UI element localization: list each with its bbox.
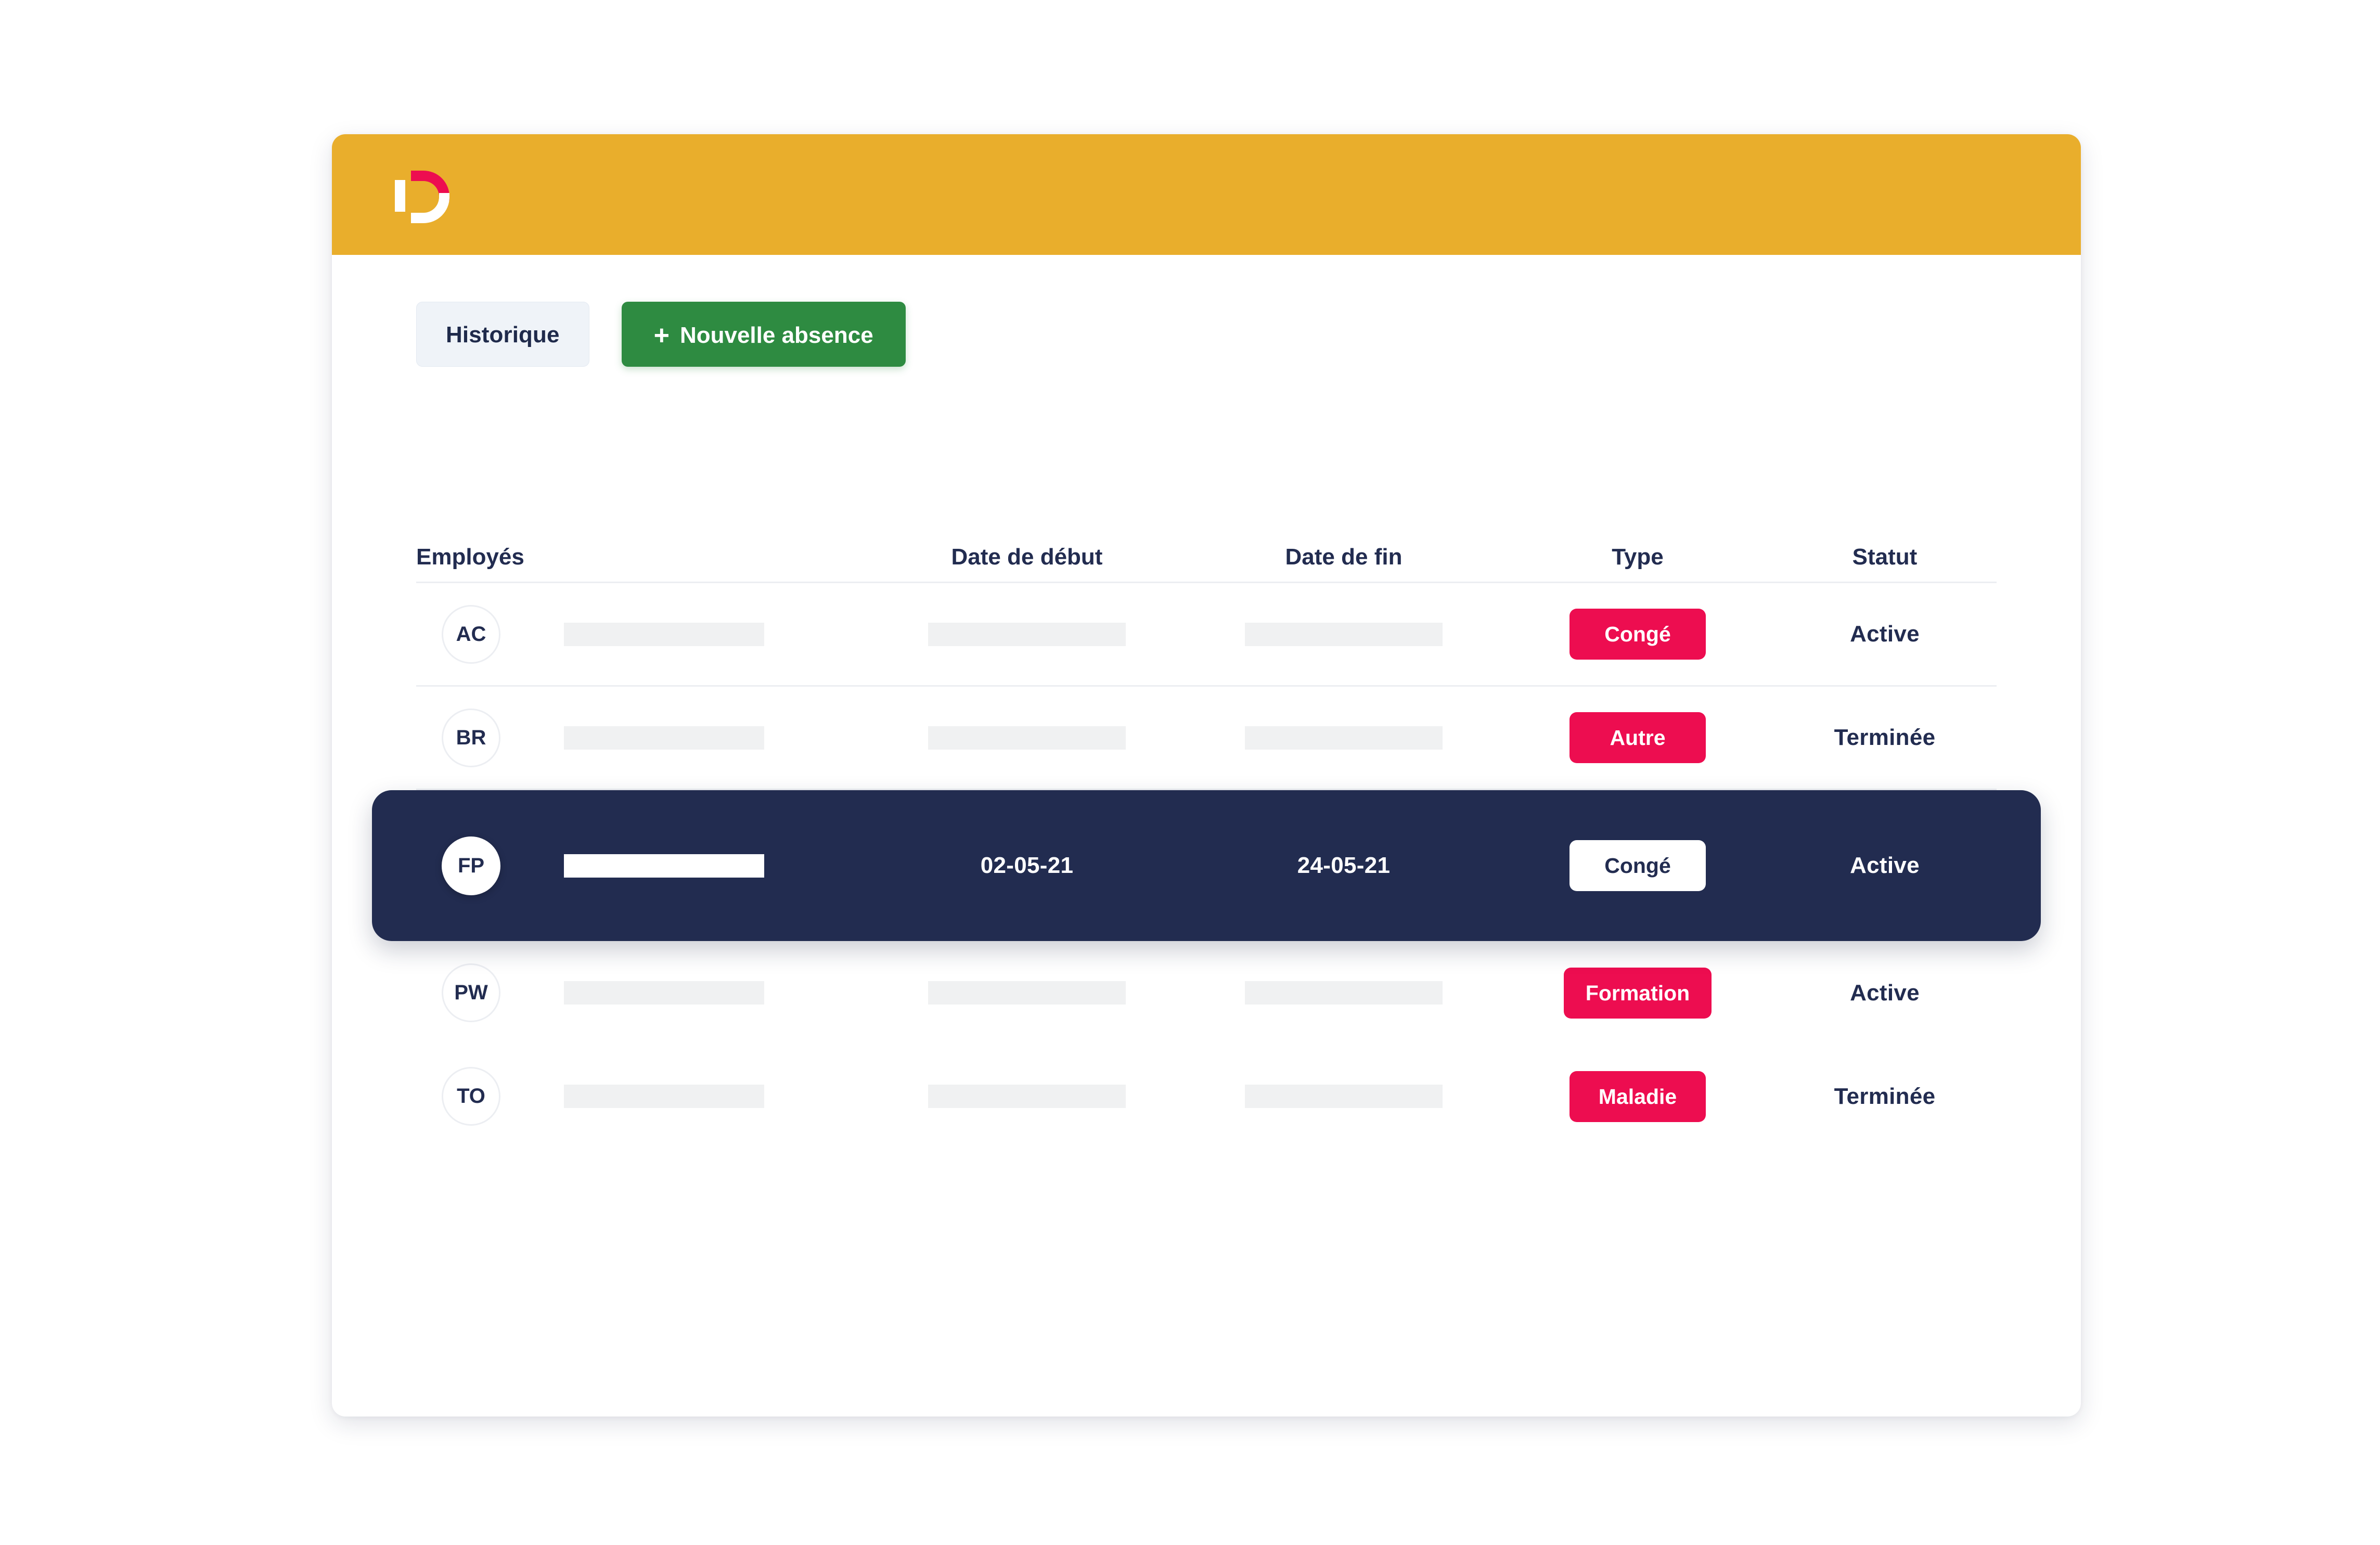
column-header-employee: Employés <box>416 544 524 570</box>
cell-start-date <box>869 981 1185 1005</box>
table-row[interactable]: TO Maladie Terminée <box>416 1045 1997 1148</box>
column-header-type: Type <box>1612 544 1664 570</box>
cell-employee: PW <box>416 963 869 1022</box>
cell-status: Active <box>1773 980 1997 1006</box>
avatar: TO <box>442 1067 500 1126</box>
employee-name-redacted <box>564 622 764 646</box>
employee-name-redacted <box>564 854 764 878</box>
column-header-status: Statut <box>1852 544 1918 570</box>
table-row[interactable]: AC Congé Active <box>416 583 1997 687</box>
avatar: AC <box>442 604 500 664</box>
status-text: Active <box>1850 621 1920 647</box>
new-absence-button[interactable]: + Nouvelle absence <box>621 302 906 367</box>
cell-type: Congé <box>1502 609 1773 660</box>
cell-start-date-redacted <box>928 726 1126 750</box>
cell-end-date-redacted <box>1245 726 1443 750</box>
type-badge[interactable]: Formation <box>1563 967 1712 1019</box>
cell-end-date <box>1185 726 1502 750</box>
avatar: BR <box>442 708 500 767</box>
table-body: AC Congé Active BR Autre Terminée FP 02-05-21 24… <box>372 583 2041 1148</box>
cell-status: Active <box>1773 621 1997 647</box>
column-header-end-date: Date de fin <box>1285 544 1403 570</box>
table-row[interactable]: PW Formation Active <box>416 941 1997 1045</box>
avatar: PW <box>442 963 500 1022</box>
history-button[interactable]: Historique <box>416 302 589 367</box>
status-text: Terminée <box>1834 1083 1936 1109</box>
type-badge[interactable]: Maladie <box>1569 1071 1706 1122</box>
cell-status: Terminée <box>1773 725 1997 751</box>
employee-name-redacted <box>564 1085 764 1108</box>
plus-icon: + <box>653 320 670 351</box>
type-badge[interactable]: Congé <box>1569 609 1706 660</box>
cell-start-date-redacted <box>928 1085 1126 1108</box>
cell-start-date <box>869 1085 1185 1108</box>
cell-start-date-redacted <box>928 622 1126 646</box>
cell-start-date: 02-05-21 <box>869 853 1185 879</box>
type-badge[interactable]: Autre <box>1569 712 1706 763</box>
cell-status: Active <box>1773 853 1997 879</box>
cell-status: Terminée <box>1773 1084 1997 1110</box>
cell-start-date <box>869 726 1185 750</box>
cell-employee: TO <box>416 1067 869 1126</box>
column-header-start-date: Date de début <box>951 544 1103 570</box>
cell-start-date-redacted <box>928 981 1126 1005</box>
avatar: FP <box>442 836 500 895</box>
employee-name-redacted <box>564 726 764 750</box>
new-absence-label: Nouvelle absence <box>679 323 873 348</box>
cell-end-date-redacted <box>1245 981 1443 1005</box>
table-header-row: Employés Date de début Date de fin Type … <box>416 520 1997 583</box>
cell-end-date-redacted <box>1245 622 1443 646</box>
absence-table: Employés Date de début Date de fin Type … <box>372 520 2041 1148</box>
cell-employee: FP <box>416 836 869 895</box>
cell-end-date <box>1185 981 1502 1005</box>
table-row[interactable]: BR Autre Terminée <box>416 687 1997 790</box>
cell-start-date <box>869 622 1185 646</box>
status-text: Terminée <box>1834 725 1936 750</box>
cell-type: Maladie <box>1502 1071 1773 1122</box>
cell-end-date-redacted <box>1245 1085 1443 1108</box>
table-row[interactable]: FP 02-05-21 24-05-21 Congé Active <box>372 790 2041 941</box>
cell-type: Formation <box>1502 967 1773 1019</box>
cell-end-date <box>1185 622 1502 646</box>
cell-end-date-value: 24-05-21 <box>1297 853 1391 878</box>
cell-end-date <box>1185 1085 1502 1108</box>
app-header-bar <box>332 134 2081 255</box>
toolbar: Historique + Nouvelle absence <box>416 302 906 367</box>
letter-d-logo-icon <box>394 170 451 224</box>
status-text: Active <box>1850 980 1920 1006</box>
cell-type: Autre <box>1502 712 1773 763</box>
employee-name-redacted <box>564 981 764 1005</box>
cell-type: Congé <box>1502 840 1773 891</box>
cell-end-date: 24-05-21 <box>1185 853 1502 879</box>
cell-start-date-value: 02-05-21 <box>980 853 1074 878</box>
absence-management-card: Historique + Nouvelle absence Employés Da… <box>332 134 2081 1417</box>
status-text: Active <box>1850 853 1920 878</box>
cell-employee: AC <box>416 604 869 664</box>
type-badge[interactable]: Congé <box>1569 840 1706 891</box>
cell-employee: BR <box>416 708 869 767</box>
